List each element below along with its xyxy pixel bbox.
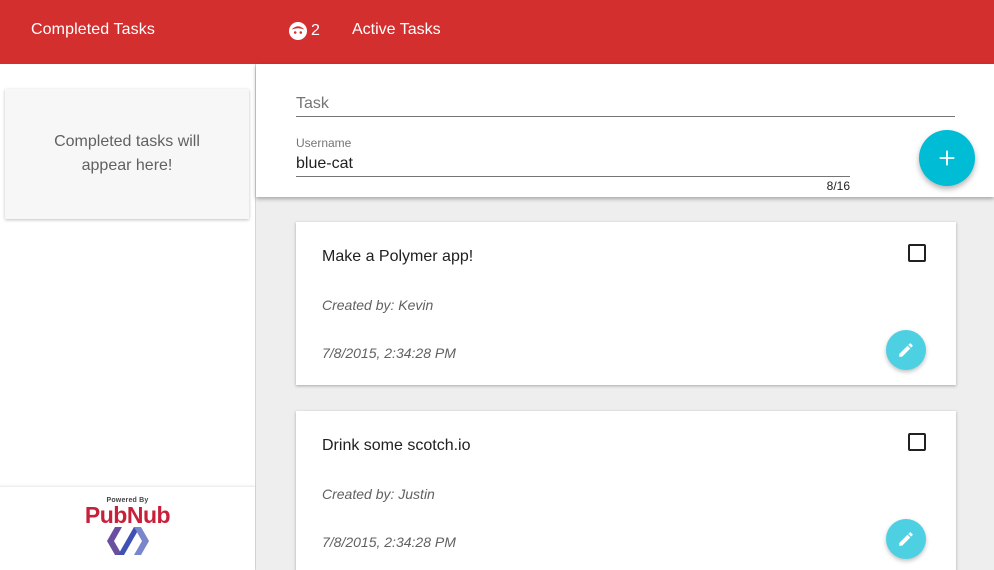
pencil-icon	[899, 532, 913, 546]
task-author: Created by: Kevin	[322, 297, 434, 313]
username-label: Username	[296, 136, 352, 150]
new-task-form: Username 8/16	[256, 64, 994, 197]
completed-drawer: Completed tasks will appear here! Powere…	[0, 64, 256, 570]
plus-icon	[939, 150, 955, 166]
task-card: Make a Polymer app! Created by: Kevin 7/…	[296, 222, 956, 385]
char-counter: 8/16	[826, 179, 850, 193]
active-tasks-panel: Username 8/16 Make a Polymer app! Create…	[256, 64, 994, 570]
empty-message: Completed tasks will appear here!	[54, 133, 200, 174]
online-users: 2	[288, 21, 320, 41]
task-card: Drink some scotch.io Created by: Justin …	[296, 411, 956, 570]
username-field[interactable]	[296, 152, 850, 177]
completed-empty-card: Completed tasks will appear here!	[5, 89, 249, 219]
user-avatar-icon	[289, 22, 307, 40]
pubnub-logo: Powered By PubNub	[0, 486, 255, 570]
app-toolbar: Completed Tasks 2 Active Tasks	[0, 0, 994, 64]
polymer-logo-icon	[106, 527, 149, 555]
edit-task-button[interactable]	[886, 519, 926, 559]
task-input[interactable]	[296, 92, 955, 117]
task-done-checkbox[interactable]	[908, 244, 926, 262]
task-title: Make a Polymer app!	[322, 248, 474, 265]
active-tasks-title: Active Tasks	[352, 21, 441, 38]
user-count: 2	[311, 22, 320, 39]
pencil-icon	[899, 343, 913, 357]
task-timestamp: 7/8/2015, 2:34:28 PM	[322, 534, 456, 550]
task-author: Created by: Justin	[322, 486, 435, 502]
add-task-button[interactable]	[919, 130, 975, 186]
task-title: Drink some scotch.io	[322, 437, 471, 454]
pubnub-wordmark: PubNub	[84, 502, 171, 528]
completed-tasks-title: Completed Tasks	[31, 21, 155, 38]
edit-task-button[interactable]	[886, 330, 926, 370]
task-done-checkbox[interactable]	[908, 433, 926, 451]
task-timestamp: 7/8/2015, 2:34:28 PM	[322, 345, 456, 361]
